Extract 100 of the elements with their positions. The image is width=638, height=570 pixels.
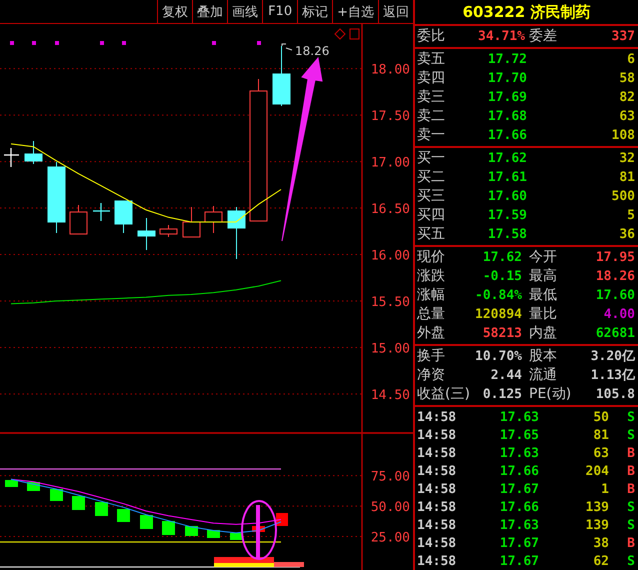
field-label: 涨跌 — [416, 267, 446, 286]
field-value: -0.15 — [482, 268, 523, 286]
price-axis-label: 15.00 — [370, 341, 410, 356]
trade-side: B — [626, 463, 636, 481]
candlestick — [138, 218, 156, 250]
trade-volume: 50 — [592, 409, 610, 427]
field-label: 换手 — [416, 347, 446, 366]
field-label: 股本 — [528, 347, 558, 366]
trade-volume: 204 — [584, 463, 610, 481]
order-volume: 6 — [626, 51, 636, 69]
candlestick — [48, 162, 66, 234]
trade-time: 14:58 — [416, 409, 455, 427]
field-value: 4.00 — [602, 306, 636, 324]
candlestick — [24, 140, 42, 164]
trade-side: S — [626, 499, 636, 517]
field-label: 现价 — [416, 248, 446, 267]
indicator-axis-label: 25.00 — [370, 530, 410, 546]
field-value: 1.13亿 — [590, 367, 636, 385]
candlestick — [272, 46, 290, 106]
indicator-bar — [117, 509, 130, 522]
trade-volume: 1 — [600, 481, 610, 499]
trade-volume: 63 — [592, 445, 610, 463]
price-axis-label: 16.00 — [370, 248, 410, 264]
trade-time: 14:58 — [416, 445, 455, 463]
indicator-bar — [50, 489, 63, 501]
trade-price: 17.63 — [498, 409, 540, 427]
order-volume: 58 — [618, 70, 636, 88]
order-price: 17.68 — [486, 108, 527, 126]
price-axis-label: 14.50 — [370, 388, 410, 403]
trade-volume: 38 — [592, 535, 610, 553]
trade-side: S — [626, 553, 636, 570]
field-label: 净资 — [416, 366, 446, 385]
order-price: 17.60 — [486, 188, 527, 206]
order-level-label: 卖五 — [416, 50, 446, 69]
order-level-label: 卖二 — [416, 107, 446, 126]
field-value: 337 — [610, 28, 636, 46]
trade-side: S — [626, 517, 636, 535]
order-level-label: 买五 — [416, 225, 446, 244]
indicator-axis-label: 75.00 — [370, 470, 410, 485]
order-level-label: 买二 — [416, 168, 446, 187]
field-label: 委比 — [416, 27, 446, 46]
trade-time: 14:58 — [416, 553, 455, 570]
highlight-ellipse — [241, 500, 277, 560]
order-price: 17.59 — [486, 207, 527, 225]
order-level-label: 卖四 — [416, 69, 446, 88]
order-level-label: 卖三 — [416, 88, 446, 107]
doji-candlestick — [92, 202, 111, 222]
indicator-bar — [72, 496, 85, 510]
indicator-bar — [95, 502, 108, 516]
field-label: 最高 — [528, 267, 558, 286]
order-volume: 108 — [610, 127, 636, 145]
field-value: 17.60 — [594, 287, 636, 305]
field-value: 62681 — [594, 325, 636, 343]
trade-price: 17.63 — [498, 445, 540, 463]
trade-volume: 139 — [584, 517, 610, 535]
indicator-bar — [276, 513, 288, 526]
candlestick — [114, 200, 132, 234]
order-price: 17.69 — [486, 89, 527, 107]
trade-volume: 62 — [592, 553, 610, 570]
field-value: 34.71% — [477, 28, 525, 46]
trade-side: B — [626, 445, 636, 463]
price-axis-label: 16.50 — [370, 202, 410, 218]
field-label: 最低 — [528, 286, 558, 305]
order-volume: 36 — [618, 226, 636, 244]
panel-toggle-icon — [350, 28, 360, 40]
trade-price: 17.66 — [498, 499, 540, 517]
order-level-label: 买四 — [416, 206, 446, 225]
trade-price: 17.67 — [498, 553, 540, 570]
field-label: 流通 — [528, 366, 558, 385]
indicator-bar — [5, 480, 18, 487]
order-price: 17.70 — [486, 70, 527, 88]
field-label: 涨幅 — [416, 286, 446, 305]
doji-candlestick — [3, 147, 20, 168]
trade-price: 17.65 — [498, 427, 540, 445]
trade-volume: 81 — [592, 427, 610, 445]
field-label: 收益(三) — [416, 385, 471, 404]
field-label: 今开 — [528, 248, 558, 267]
order-volume: 81 — [618, 169, 636, 187]
field-value: 17.95 — [594, 249, 636, 267]
price-axis-label: 17.00 — [370, 156, 410, 171]
field-value: 58213 — [482, 325, 523, 343]
field-value: 18.26 — [594, 268, 636, 286]
trade-time: 14:58 — [416, 517, 455, 535]
price-axis-label: 17.50 — [370, 109, 410, 124]
trade-side: S — [626, 409, 636, 427]
field-label: 外盘 — [416, 324, 446, 343]
candlestick — [182, 206, 200, 238]
indicator-axis-label: 50.00 — [370, 500, 410, 516]
trade-time: 14:58 — [416, 427, 455, 445]
trade-volume: 139 — [584, 499, 610, 517]
price-axis-label: 18.00 — [370, 62, 410, 78]
candlestick — [228, 206, 246, 260]
field-value: 10.70% — [474, 348, 523, 366]
order-price: 17.58 — [486, 226, 527, 244]
stock-title: 603222 济民制药 — [415, 0, 638, 26]
field-label: 量比 — [528, 305, 558, 324]
order-price: 17.61 — [486, 169, 527, 187]
field-label: 内盘 — [528, 324, 558, 343]
field-value: 2.44 — [490, 367, 523, 385]
trade-price: 17.67 — [498, 535, 540, 553]
